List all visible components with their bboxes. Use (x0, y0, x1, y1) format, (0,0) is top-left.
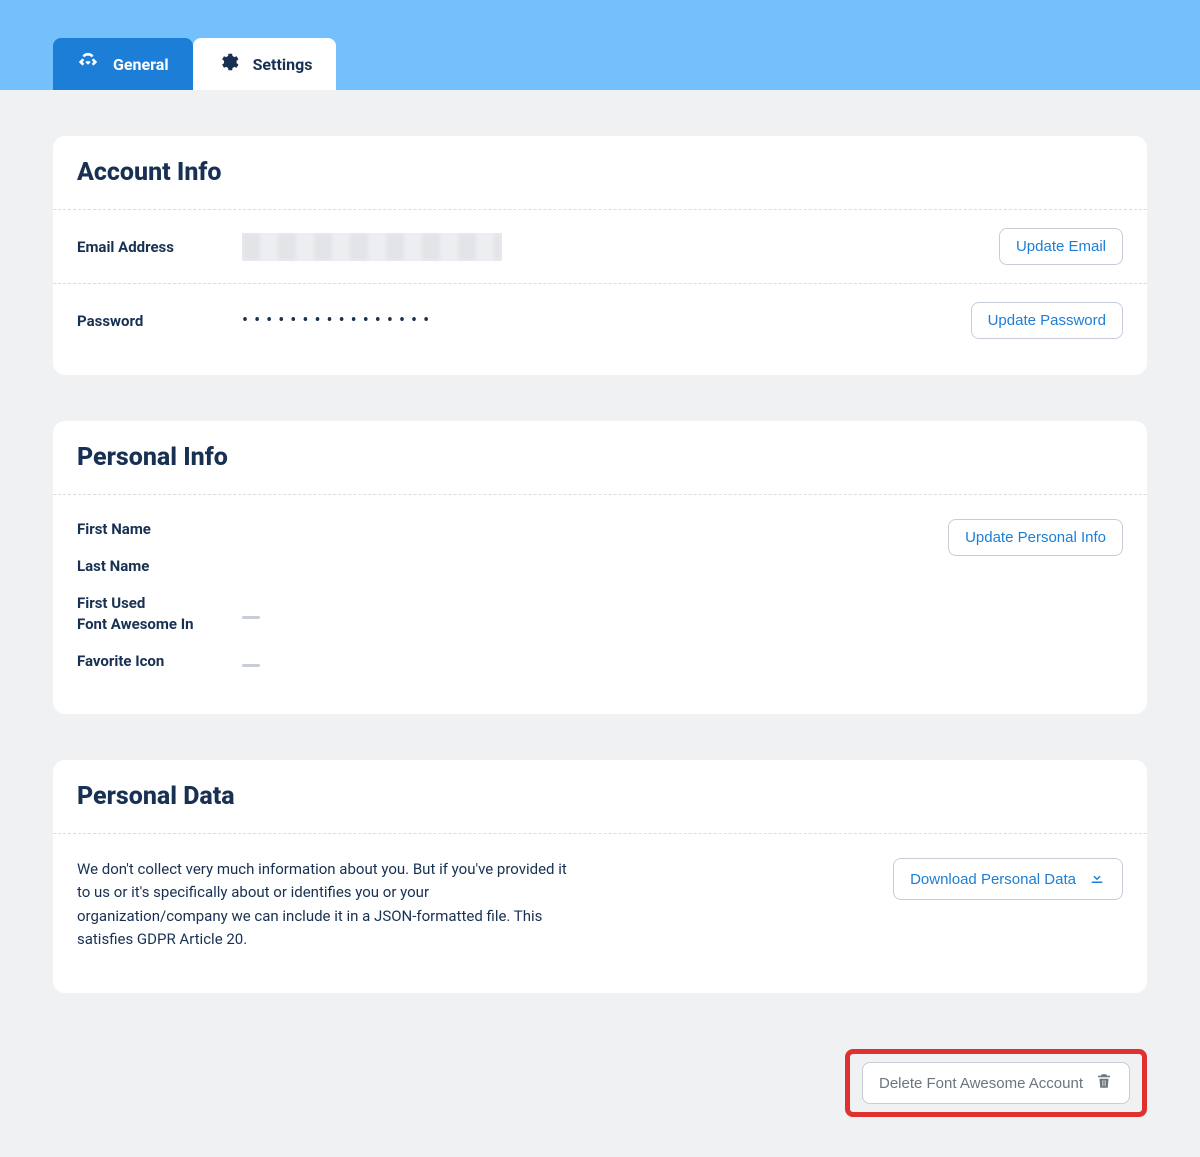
email-label: Email Address (77, 238, 242, 256)
account-info-title: Account Info (77, 158, 1123, 187)
personal-data-description: We don't collect very much information a… (77, 858, 567, 951)
email-row: Email Address Update Email (53, 210, 1147, 284)
update-personal-info-button[interactable]: Update Personal Info (948, 519, 1123, 556)
dash-icon (242, 616, 260, 619)
page-content: Account Info Email Address Update Email … (0, 90, 1200, 1049)
delete-account-button[interactable]: Delete Font Awesome Account (862, 1062, 1130, 1104)
last-name-label: Last Name (77, 556, 242, 577)
personal-data-card: Personal Data We don't collect very much… (53, 760, 1147, 993)
personal-info-card: Personal Info First Name Last Name First… (53, 421, 1147, 714)
personal-data-title: Personal Data (77, 782, 1123, 811)
first-used-label: First Used Font Awesome In (77, 593, 242, 635)
delete-account-section: Delete Font Awesome Account (0, 1049, 1200, 1157)
trash-icon (1095, 1072, 1113, 1094)
personal-info-body: First Name Last Name First Used Font Awe… (53, 495, 1147, 696)
account-info-card: Account Info Email Address Update Email … (53, 136, 1147, 375)
card-header: Personal Info (53, 421, 1147, 495)
download-icon (1088, 868, 1106, 890)
favorite-icon-value (242, 653, 260, 671)
first-used-value (242, 605, 260, 623)
highlight-annotation: Delete Font Awesome Account (845, 1049, 1147, 1117)
tab-settings-label: Settings (253, 55, 313, 74)
gear-icon (217, 51, 239, 77)
last-name-row: Last Name (77, 556, 948, 577)
personal-info-title: Personal Info (77, 443, 1123, 472)
favorite-icon-row: Favorite Icon (77, 651, 948, 672)
password-label: Password (77, 312, 242, 330)
download-personal-data-button[interactable]: Download Personal Data (893, 858, 1123, 900)
favorite-icon-label: Favorite Icon (77, 651, 242, 672)
card-header: Personal Data (53, 760, 1147, 834)
dash-icon (242, 664, 260, 667)
email-redacted (242, 233, 502, 261)
tab-bar: General Settings (53, 38, 336, 90)
card-header: Account Info (53, 136, 1147, 210)
update-password-button[interactable]: Update Password (971, 302, 1123, 339)
first-used-row: First Used Font Awesome In (77, 593, 948, 635)
tab-general[interactable]: General (53, 38, 193, 90)
tab-general-label: General (113, 55, 169, 74)
first-name-label: First Name (77, 519, 242, 540)
email-value (242, 233, 999, 261)
personal-data-body: We don't collect very much information a… (53, 834, 1147, 975)
tab-settings[interactable]: Settings (193, 38, 337, 90)
first-name-row: First Name (77, 519, 948, 540)
update-email-button[interactable]: Update Email (999, 228, 1123, 265)
header-banner: General Settings (0, 0, 1200, 90)
password-row: Password •••••••••••••••• Update Passwor… (53, 284, 1147, 357)
password-value: •••••••••••••••• (242, 310, 971, 331)
handshake-icon (77, 51, 99, 77)
